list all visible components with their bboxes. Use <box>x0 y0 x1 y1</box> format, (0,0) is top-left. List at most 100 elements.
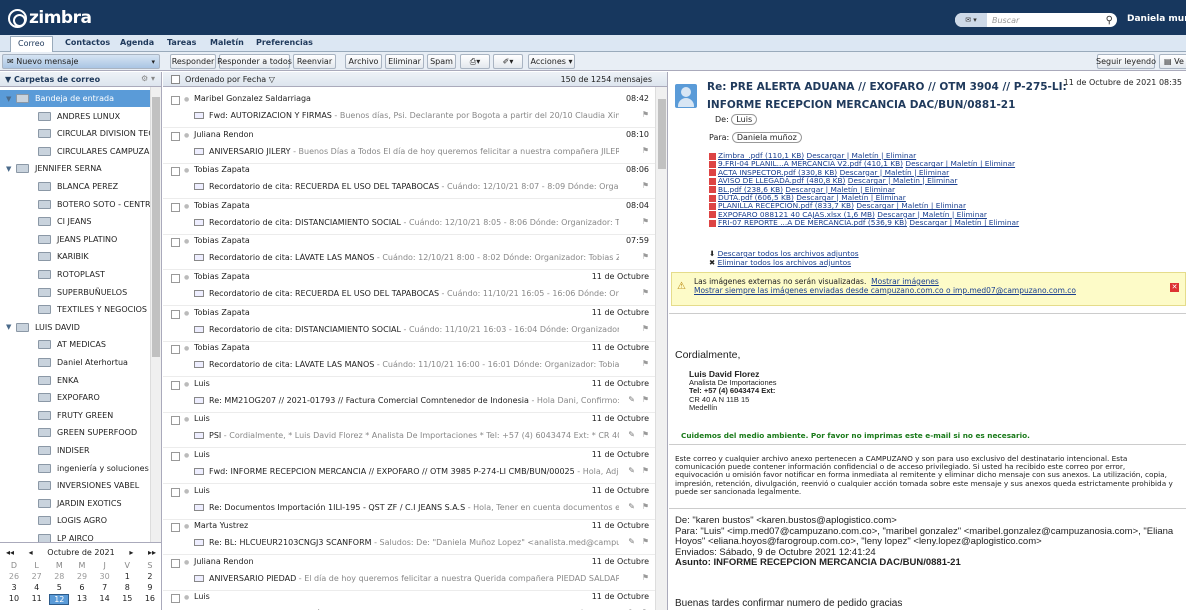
calendar-day[interactable]: 11 <box>27 594 47 605</box>
message-checkbox[interactable] <box>171 274 180 283</box>
flag-icon[interactable]: ⚑ <box>642 430 649 439</box>
flag-icon[interactable]: ⚑ <box>642 573 649 582</box>
message-row[interactable]: ● Luis 11 de Octubre Re: Documentos Importa… <box>163 483 655 520</box>
folder-item[interactable]: ENKA <box>0 372 150 389</box>
calendar-day[interactable]: 13 <box>72 594 92 605</box>
message-row[interactable]: ● Marta Yustrez 11 de Octubre Re: BL: HLCUE… <box>163 518 655 556</box>
delete-all-link[interactable]: Eliminar todos los archivos adjuntos <box>718 258 851 267</box>
calendar-day[interactable]: 3 <box>4 583 24 592</box>
folder-item[interactable]: LP AIRCO <box>0 530 150 542</box>
gear-icon[interactable]: ⚙ ▾ <box>141 74 155 83</box>
flag-icon[interactable]: ⚑ <box>642 217 649 226</box>
calendar-day[interactable]: 5 <box>49 583 69 592</box>
folder-item[interactable]: ▼ LUIS DAVID <box>0 319 150 336</box>
message-row[interactable]: ● Tobias Zapata 07:59 Recordatorio de cita:… <box>163 233 655 271</box>
message-checkbox[interactable] <box>171 131 180 141</box>
message-row[interactable]: ● Juliana Rendon 08:10 ANIVERSARIO JILERY -… <box>163 127 655 164</box>
message-checkbox[interactable] <box>171 523 180 533</box>
folder-item[interactable]: ingeniería y soluciones <box>0 460 150 477</box>
flag-icon[interactable]: ⚑ <box>642 110 649 119</box>
calendar-day[interactable]: 9 <box>140 583 160 592</box>
unread-dot-icon[interactable]: ● <box>184 310 189 317</box>
scroll-thumb[interactable] <box>152 97 160 357</box>
unread-dot-icon[interactable]: ● <box>184 594 189 601</box>
tag-button[interactable]: ✐ ▾ <box>493 54 523 69</box>
prev-month-button[interactable]: ◂ <box>29 548 33 557</box>
message-checkbox[interactable] <box>171 96 180 105</box>
tab-briefcase[interactable]: Maletín <box>210 38 244 47</box>
reply-all-button[interactable]: Responder a todos <box>217 54 292 69</box>
flag-icon[interactable]: ⚑ <box>642 252 649 261</box>
tab-tasks[interactable]: Tareas <box>167 38 196 47</box>
unread-dot-icon[interactable]: ● <box>184 132 189 139</box>
read-more-button[interactable]: Seguir leyendo <box>1096 54 1156 69</box>
forward-button[interactable]: Reenviar <box>293 54 336 69</box>
message-row[interactable]: ● Luis 11 de Octubre Fwd: INFORME RECEPCION… <box>163 447 655 484</box>
unread-dot-icon[interactable]: ● <box>184 416 189 423</box>
calendar-day[interactable]: 7 <box>95 583 115 592</box>
unread-dot-icon[interactable]: ● <box>184 559 189 566</box>
unread-dot-icon[interactable]: ● <box>184 274 189 281</box>
folder-scrollbar[interactable] <box>150 87 161 542</box>
folder-item[interactable]: INVERSIONES VABEL <box>0 477 150 494</box>
calendar-day[interactable]: 1 <box>117 572 137 581</box>
folder-item[interactable]: FRUTY GREEN <box>0 407 150 424</box>
message-checkbox[interactable] <box>171 202 180 212</box>
message-row[interactable]: ● Tobias Zapata 08:04 Recordatorio de cita:… <box>163 198 655 235</box>
always-show-images-link[interactable]: Mostrar siempre las imágenes enviadas de… <box>694 286 1076 295</box>
folder-item[interactable]: KARIBIK <box>0 248 150 265</box>
calendar-day[interactable]: 28 <box>49 572 69 581</box>
calendar-day[interactable]: 6 <box>72 583 92 592</box>
expand-toggle-icon[interactable]: ▼ <box>6 323 16 331</box>
expand-toggle-icon[interactable]: ▼ <box>6 95 16 103</box>
calendar-day[interactable]: 14 <box>95 594 115 605</box>
show-images-link[interactable]: Mostrar imágenes <box>871 277 939 286</box>
flag-icon[interactable]: ⚑ <box>642 466 649 475</box>
reply-button[interactable]: Responder <box>170 54 216 69</box>
folder-item[interactable]: EXPOFARO <box>0 389 150 406</box>
message-checkbox[interactable] <box>171 345 180 355</box>
unread-dot-icon[interactable]: ● <box>184 452 189 459</box>
folder-item[interactable]: ROTOPLAST <box>0 266 150 283</box>
folder-item[interactable]: AT MEDICAS <box>0 336 150 353</box>
unread-dot-icon[interactable]: ● <box>184 488 189 495</box>
sort-control[interactable]: Ordenado por Fecha ▽ <box>185 75 275 84</box>
attachment-name[interactable]: FRI-07 REPORTE ...A DE MERCANCIA.pdf (53… <box>718 218 907 227</box>
folder-item[interactable]: BOTERO SOTO - CENTRO D <box>0 196 150 213</box>
folder-item[interactable]: ▼ JENNIFER SERNA <box>0 160 150 177</box>
list-scrollbar[interactable] <box>655 87 667 610</box>
tab-calendar[interactable]: Agenda <box>120 38 154 47</box>
folder-item[interactable]: ▼ Bandeja de entrada <box>0 90 150 107</box>
user-name[interactable]: Daniela muñoz <box>1127 14 1186 24</box>
unread-dot-icon[interactable]: ● <box>184 167 189 174</box>
tab-preferences[interactable]: Preferencias <box>256 38 313 47</box>
folder-item[interactable]: JARDIN EXOTICS <box>0 495 150 512</box>
calendar-day[interactable]: 8 <box>117 583 137 592</box>
message-row[interactable]: ● Maribel Gonzalez Saldarriaga 08:42 Fwd: A… <box>163 91 655 128</box>
search-scope-select[interactable]: ✉ ▾ <box>955 13 987 27</box>
flag-icon[interactable]: ⚑ <box>642 146 649 155</box>
scroll-thumb[interactable] <box>658 99 666 169</box>
tab-mail[interactable]: Correo <box>10 36 53 52</box>
message-row[interactable]: ● Tobias Zapata 11 de Octubre Recordatorio … <box>163 340 655 378</box>
chevron-down-icon[interactable]: ▾ <box>151 58 155 66</box>
from-pill[interactable]: Luis <box>731 114 758 125</box>
spam-button[interactable]: Spam <box>427 54 456 69</box>
attachment-actions[interactable]: Descargar | Maletín | Eliminar <box>909 218 1019 227</box>
calendar-day[interactable]: 10 <box>4 594 24 605</box>
delete-button[interactable]: Eliminar <box>385 54 424 69</box>
folder-item[interactable]: SUPERBUÑUELOS <box>0 284 150 301</box>
folder-item[interactable]: ANDRES LUNUX <box>0 108 150 125</box>
calendar-day[interactable]: 12 <box>49 594 70 605</box>
message-row[interactable]: ● Tobias Zapata 08:06 Recordatorio de cita:… <box>163 162 655 200</box>
message-checkbox[interactable] <box>171 167 180 177</box>
flag-icon[interactable]: ⚑ <box>642 395 649 404</box>
calendar-day[interactable]: 4 <box>27 583 47 592</box>
message-row[interactable]: ● Tobias Zapata 11 de Octubre Recordatorio … <box>163 305 655 342</box>
folder-item[interactable]: Daniel Aterhortua <box>0 354 150 371</box>
select-all-checkbox[interactable] <box>171 75 180 84</box>
new-message-button[interactable]: ✉ Nuevo mensaje ▾ <box>2 54 160 69</box>
unread-dot-icon[interactable]: ● <box>184 345 189 352</box>
folder-item[interactable]: BLANCA PEREZ <box>0 178 150 195</box>
calendar-day[interactable]: 27 <box>27 572 47 581</box>
